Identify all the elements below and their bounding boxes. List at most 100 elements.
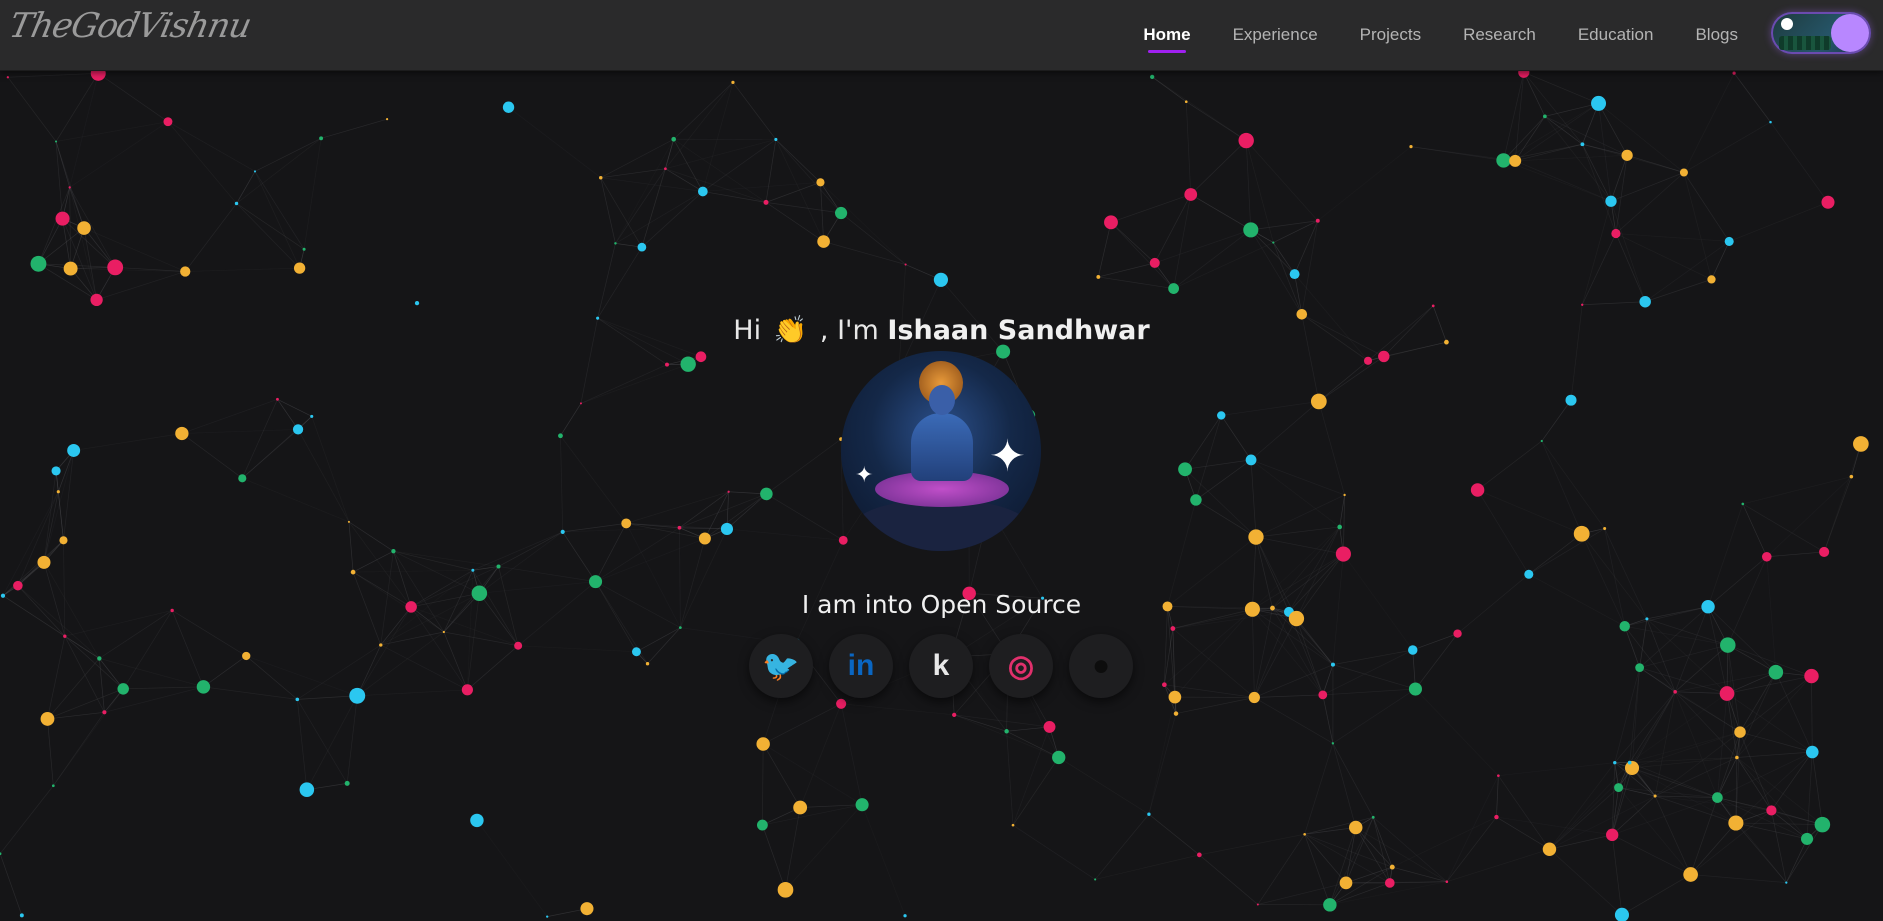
network-link [1318, 401, 1345, 496]
network-link [765, 181, 821, 203]
twitter-link[interactable]: 🐦 [749, 634, 813, 698]
network-link [1006, 726, 1050, 732]
network-node [379, 643, 383, 647]
network-node [1611, 228, 1621, 239]
network-link [679, 491, 729, 529]
network-link [7, 77, 57, 142]
network-node [1289, 269, 1300, 280]
network-link [498, 531, 563, 567]
network-link [1503, 72, 1525, 161]
network-link [1624, 625, 1728, 646]
network-link [1639, 618, 1648, 668]
network-node [1168, 283, 1180, 294]
network-node [310, 414, 314, 418]
network-link [38, 227, 85, 265]
network-link [641, 191, 704, 248]
network-link [1098, 262, 1155, 278]
github-link[interactable]: ● [1069, 634, 1133, 698]
network-link [1735, 822, 1823, 825]
nav-link-experience[interactable]: Experience [1233, 25, 1318, 45]
kaggle-link[interactable]: k [909, 634, 973, 698]
network-link [1164, 608, 1253, 685]
network-link [2, 491, 59, 596]
network-node [816, 178, 825, 187]
network-link [69, 187, 116, 268]
network-link [1615, 233, 1730, 242]
network-link [380, 631, 444, 646]
nav-links: Home Experience Projects Research Educat… [1101, 0, 1738, 70]
network-link [348, 521, 394, 552]
theme-toggle[interactable] [1771, 12, 1871, 54]
network-link [1184, 415, 1222, 470]
network-node [1149, 257, 1160, 268]
network-node [1043, 720, 1056, 733]
network-link [1195, 499, 1257, 538]
network-node [1613, 760, 1617, 765]
nav-link-research[interactable]: Research [1463, 25, 1536, 45]
network-link [1582, 144, 1612, 202]
network-link [1250, 459, 1257, 538]
network-node [442, 630, 445, 634]
network-link [1674, 606, 1709, 692]
network-link [254, 171, 300, 269]
network-link [1726, 671, 1777, 694]
network-link [1332, 688, 1416, 744]
network-node [1238, 132, 1254, 149]
network-link [1582, 144, 1617, 234]
nav-link-education[interactable]: Education [1578, 25, 1654, 45]
network-node [1147, 812, 1151, 816]
network-link [1332, 649, 1413, 665]
network-node [558, 433, 563, 439]
network-link [357, 631, 445, 697]
network-link [1095, 854, 1200, 880]
network-link [595, 523, 627, 582]
network-link [665, 168, 767, 203]
avatar-head [929, 385, 955, 415]
nav-link-projects[interactable]: Projects [1360, 25, 1421, 45]
network-link [1806, 751, 1813, 839]
linkedin-link[interactable]: in [829, 634, 893, 698]
nav-link-blogs[interactable]: Blogs [1695, 25, 1738, 45]
network-link [1646, 618, 1676, 692]
network-link [1615, 233, 1646, 302]
network-node [238, 474, 247, 483]
network-node [579, 402, 582, 405]
network-link [1332, 743, 1374, 818]
network-link [766, 493, 844, 541]
network-node [1732, 71, 1736, 75]
network-node [677, 525, 682, 530]
network-link [1736, 757, 1772, 811]
network-node [1853, 436, 1869, 452]
network-link [0, 853, 23, 916]
network-node [51, 784, 55, 788]
network-node [67, 444, 81, 457]
network-node [1606, 828, 1619, 842]
network-link [597, 246, 643, 319]
network-link [73, 433, 182, 451]
instagram-link[interactable]: ◎ [989, 634, 1053, 698]
network-link [1496, 816, 1613, 836]
network-link [297, 429, 350, 523]
site-logo[interactable]: TheGodVishnu [6, 6, 255, 46]
network-node [1735, 755, 1739, 760]
network-node [1543, 114, 1547, 119]
network-link [665, 139, 675, 169]
network-node [293, 262, 306, 274]
network-node [107, 259, 124, 276]
network-link [346, 695, 358, 784]
network-node [1769, 120, 1772, 124]
network-node [470, 813, 484, 828]
network-link [1250, 401, 1320, 461]
network-link [1304, 827, 1356, 835]
network-node [904, 263, 907, 266]
network-link [1711, 241, 1730, 280]
network-link [181, 398, 278, 434]
network-link [765, 202, 842, 214]
network-node [1565, 394, 1577, 406]
network-node [349, 687, 366, 704]
network-node [59, 536, 68, 545]
network-link [353, 569, 473, 573]
network-link [1186, 101, 1247, 141]
network-link [1528, 528, 1605, 575]
nav-link-home[interactable]: Home [1143, 25, 1191, 53]
